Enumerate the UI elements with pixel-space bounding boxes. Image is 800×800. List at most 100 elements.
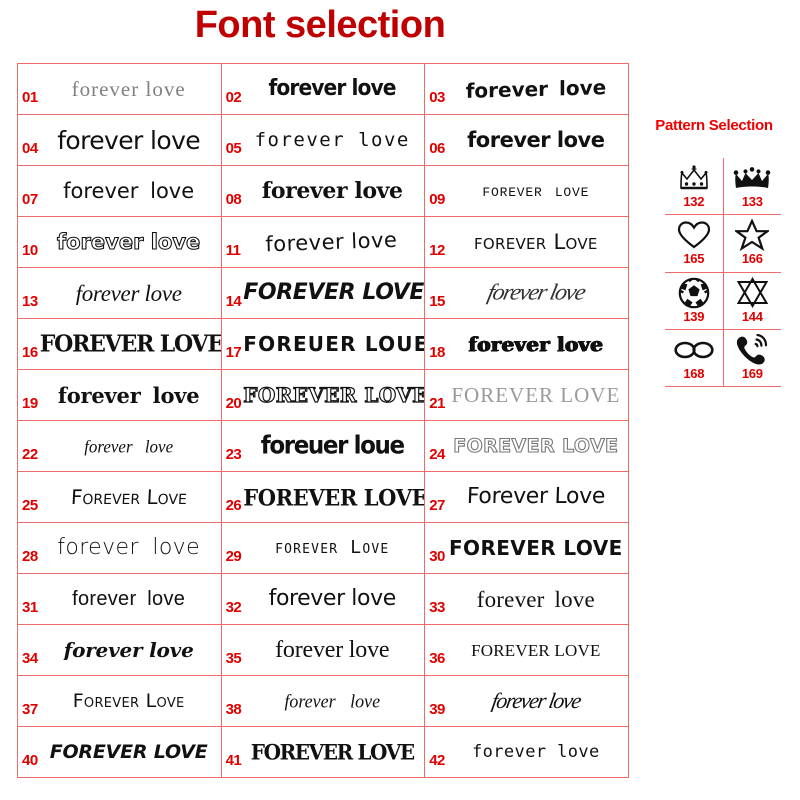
font-option-41[interactable]: 41 FOREVER LOVE bbox=[220, 726, 426, 778]
font-option-18[interactable]: 18 forever love bbox=[424, 318, 629, 370]
font-option-36[interactable]: 36 FOREVER LOVE bbox=[424, 624, 629, 676]
page-title: Font selection bbox=[194, 4, 446, 46]
font-option-30[interactable]: 30 FOREVER LOVE bbox=[424, 522, 629, 574]
font-option-03[interactable]: 03 forever love bbox=[424, 63, 629, 115]
font-option-sample: forever love bbox=[472, 743, 600, 761]
font-option-19[interactable]: 19 forever love bbox=[17, 369, 222, 421]
font-option-04[interactable]: 04 forever love bbox=[17, 114, 222, 166]
font-option-40[interactable]: 40 FOREVER LOVE bbox=[17, 726, 222, 778]
pattern-option-165[interactable]: 165 bbox=[665, 214, 724, 273]
star-outline-icon bbox=[735, 218, 770, 252]
font-option-sample: forever love bbox=[57, 384, 200, 406]
font-option-index: 29 bbox=[225, 548, 242, 565]
font-option-sample: FOREVER LOVE bbox=[250, 741, 415, 763]
font-option-21[interactable]: 21 FOREVER LOVE bbox=[424, 369, 629, 421]
font-option-33[interactable]: 33 forever love bbox=[424, 573, 629, 625]
font-option-27[interactable]: 27 Forever Love bbox=[424, 471, 629, 523]
font-option-24[interactable]: 24 FOREVER LOVE bbox=[424, 420, 629, 472]
table-row: 07 forever love 08 forever love 09 forever … bbox=[17, 165, 629, 217]
font-option-sample: FOREUER LOUE bbox=[243, 334, 425, 354]
font-option-sample: forever love bbox=[467, 129, 605, 151]
font-option-09[interactable]: 09 forever love bbox=[424, 165, 629, 217]
crown-outline-icon bbox=[677, 161, 711, 195]
font-option-11[interactable]: 11 forever love bbox=[220, 216, 426, 268]
font-option-07[interactable]: 07 forever love bbox=[17, 165, 222, 217]
font-option-10[interactable]: 10 forever love bbox=[17, 216, 222, 268]
font-option-17[interactable]: 17 FOREUER LOUE bbox=[220, 318, 426, 370]
font-option-index: 34 bbox=[22, 650, 38, 667]
pattern-option-168[interactable]: 168 bbox=[665, 328, 724, 388]
pattern-option-169[interactable]: 169 bbox=[722, 328, 781, 388]
font-option-sample: forever love bbox=[476, 587, 595, 611]
font-option-25[interactable]: 25 Forever Love bbox=[17, 471, 222, 523]
font-option-index: 22 bbox=[22, 446, 38, 463]
infinity-icon bbox=[674, 333, 714, 367]
font-option-sample: forever love bbox=[468, 334, 604, 354]
font-option-sample: Forever Love bbox=[466, 486, 606, 508]
font-option-index: 01 bbox=[22, 89, 38, 106]
font-option-index: 32 bbox=[225, 599, 242, 616]
pattern-option-139[interactable]: 139 bbox=[665, 271, 724, 330]
font-option-26[interactable]: 26 FOREVER LOVE bbox=[220, 471, 426, 523]
font-option-22[interactable]: 22 forever love bbox=[17, 420, 222, 472]
font-option-34[interactable]: 34 forever love bbox=[17, 624, 222, 676]
font-option-23[interactable]: 23 foreuer loue bbox=[220, 420, 426, 472]
table-row: 132 133 bbox=[665, 158, 781, 216]
font-option-29[interactable]: 29 forever Love bbox=[220, 522, 426, 574]
font-option-31[interactable]: 31 forever love bbox=[17, 573, 222, 625]
table-row: 22 forever love 23 foreuer loue 24 FOREVER … bbox=[17, 420, 629, 472]
font-option-20[interactable]: 20 FOREVER LOVE bbox=[220, 369, 426, 421]
pattern-option-index: 133 bbox=[741, 194, 763, 209]
font-option-38[interactable]: 38 forever love bbox=[220, 675, 426, 727]
font-option-35[interactable]: 35 forever love bbox=[220, 624, 426, 676]
font-option-15[interactable]: 15 forever love bbox=[424, 267, 629, 319]
font-option-index: 08 bbox=[225, 191, 242, 208]
font-option-index: 10 bbox=[22, 242, 38, 259]
table-row: 139 144 bbox=[665, 271, 781, 330]
table-row: 19 forever love 20 FOREVER LOVE 21 FOREVER … bbox=[17, 369, 629, 421]
font-option-42[interactable]: 42 forever love bbox=[424, 726, 629, 778]
table-row: 10 forever love 11 forever love 12 forever … bbox=[17, 216, 629, 268]
font-option-08[interactable]: 08 forever love bbox=[220, 165, 426, 217]
table-row: 31 forever love 32 forever love 33 forever … bbox=[17, 573, 629, 625]
font-option-12[interactable]: 12 forever Love bbox=[424, 216, 629, 268]
font-option-index: 39 bbox=[429, 701, 445, 718]
font-option-index: 09 bbox=[429, 191, 445, 208]
pattern-option-index: 165 bbox=[683, 251, 705, 267]
font-option-13[interactable]: 13 forever love bbox=[17, 267, 222, 319]
font-option-05[interactable]: 05 forever love bbox=[220, 114, 426, 166]
font-option-39[interactable]: 39 forever love bbox=[424, 675, 629, 727]
pattern-option-index: 144 bbox=[741, 308, 763, 324]
font-option-sample: FOREVER LOVE bbox=[39, 332, 221, 356]
font-option-28[interactable]: 28 forever love bbox=[17, 522, 222, 574]
font-option-02[interactable]: 02 forever love bbox=[220, 63, 426, 115]
font-option-16[interactable]: 16 FOREVER LOVE bbox=[17, 318, 222, 370]
pattern-option-index: 169 bbox=[741, 365, 763, 381]
font-option-32[interactable]: 32 forever love bbox=[220, 573, 426, 625]
table-row: 34 forever love 35 forever love 36 FOREVER … bbox=[17, 624, 629, 676]
font-option-index: 02 bbox=[225, 89, 242, 106]
pattern-option-index: 166 bbox=[741, 251, 763, 267]
font-selection-table: 01 forever love 02 forever love 03 forever … bbox=[17, 63, 629, 778]
font-option-index: 33 bbox=[429, 599, 445, 616]
font-option-sample: forever Love bbox=[275, 539, 390, 557]
font-option-37[interactable]: 37 Forever Love bbox=[17, 675, 222, 727]
pattern-option-132[interactable]: 132 bbox=[665, 158, 724, 216]
pattern-section-title: Pattern Selection bbox=[655, 117, 773, 134]
font-option-sample: FOREVER LOVE bbox=[451, 384, 621, 406]
font-option-sample: FOREVER LOVE bbox=[471, 641, 601, 659]
font-option-index: 31 bbox=[22, 599, 38, 616]
font-option-sample: forever love bbox=[63, 180, 195, 202]
heart-outline-icon bbox=[677, 218, 711, 252]
font-option-14[interactable]: 14 FOREVER LOVE bbox=[220, 267, 426, 319]
pattern-option-166[interactable]: 166 bbox=[722, 214, 781, 273]
font-option-sample: forever love bbox=[57, 127, 201, 153]
font-option-index: 03 bbox=[429, 89, 445, 106]
font-option-sample: FOREVER LOVE bbox=[453, 436, 619, 456]
font-option-sample: forever love bbox=[265, 228, 399, 256]
pattern-option-144[interactable]: 144 bbox=[722, 271, 781, 330]
pattern-option-133[interactable]: 133 bbox=[722, 158, 781, 216]
font-option-06[interactable]: 06 forever love bbox=[424, 114, 629, 166]
font-option-sample: Forever Love bbox=[70, 487, 188, 507]
font-option-01[interactable]: 01 forever love bbox=[17, 63, 222, 115]
